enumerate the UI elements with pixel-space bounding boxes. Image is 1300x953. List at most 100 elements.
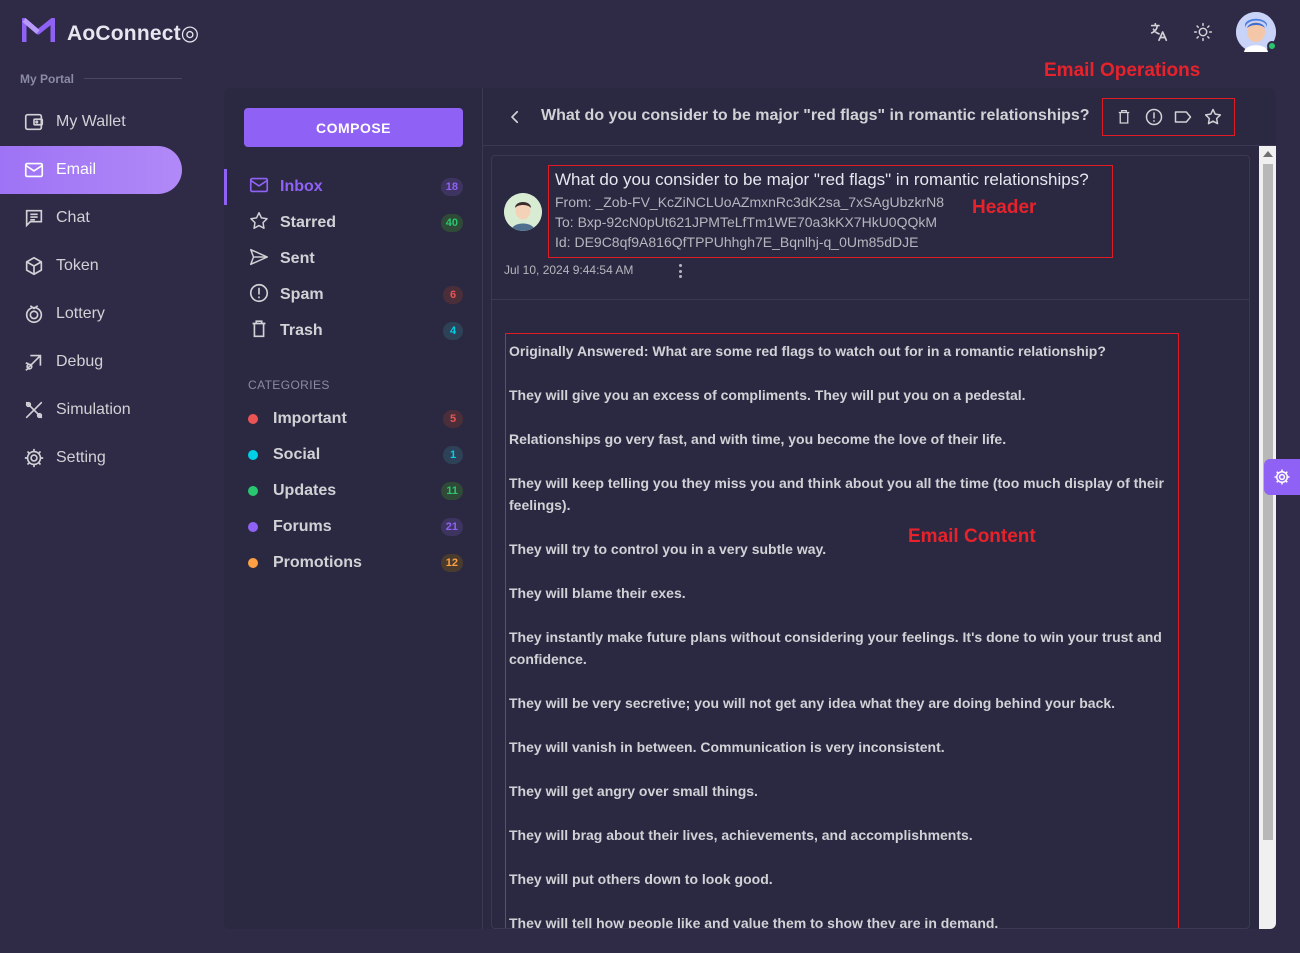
delete-icon[interactable] [1113,106,1135,128]
email-paragraph: They will be very secretive; you will no… [509,695,1116,711]
category-dot [248,522,258,532]
report-spam-icon[interactable] [1143,106,1165,128]
brand-name: AoConnect◎ [67,22,200,45]
back-chevron-icon[interactable] [503,105,527,129]
count-badge: 5 [443,410,463,428]
folder-label: Starred [280,214,337,231]
sidebar-item-label: Email [56,161,97,178]
email-paragraph: They will get angry over small things. [509,783,758,799]
send-icon [248,246,270,273]
section-divider [84,78,182,79]
trash-icon [248,318,270,345]
category-label: Important [273,410,347,427]
email-paragraph: Originally Answered: What are some red f… [509,343,1106,359]
wallet-icon [22,110,46,134]
category-label: Forums [273,518,332,535]
category-dot [248,414,258,424]
top-bar: AoConnect◎ [0,0,1300,64]
category-dot [248,558,258,568]
email-paragraph: They will give you an excess of complime… [509,387,1026,403]
folder-spam[interactable]: Spam 6 [224,277,483,313]
compose-button[interactable]: COMPOSE [244,108,463,147]
sidebar-item-label: Chat [56,209,90,226]
email-paragraph: They will vanish in between. Communicati… [509,739,945,755]
category-updates[interactable]: Updates 11 [224,473,483,509]
folder-starred[interactable]: Starred 40 [224,205,483,241]
email-header-subject: What do you consider to be major "red fl… [555,170,1089,189]
email-date: Jul 10, 2024 9:44:54 AM [504,263,634,277]
sidebar-item-label: Debug [56,353,104,370]
email-detail-header: What do you consider to be major "red fl… [483,88,1276,146]
email-subject-title: What do you consider to be major "red fl… [541,107,1090,124]
mail-icon [22,158,46,182]
tools-icon [22,398,46,422]
annotation-header: Header [972,197,1037,218]
sidebar-item-token[interactable]: Token [0,242,200,290]
email-detail: What do you consider to be major "red fl… [483,88,1276,929]
main-sidebar: My Portal My Wallet Email Chat Token Lot… [0,64,200,953]
sidebar-item-label: Simulation [56,401,131,418]
count-badge: 18 [440,178,463,196]
category-label: Promotions [273,554,362,571]
email-id: Id: DE9C8qf9A816QfTPPUhhgh7E_Bqnlhj-q_0U… [555,234,919,250]
sidebar-item-debug[interactable]: Debug [0,338,200,386]
sidebar-item-my-wallet[interactable]: My Wallet [0,98,200,146]
email-paragraph: They will keep telling you they miss you… [509,475,1164,513]
category-dot [248,450,258,460]
email-message: What do you consider to be major "red fl… [491,155,1250,929]
header-divider [492,299,1249,300]
mail-icon [248,174,270,201]
category-label: Social [273,446,321,463]
bug-icon [22,350,46,374]
sender-avatar [504,193,542,231]
folder-label: Spam [280,286,324,303]
category-dot [248,486,258,496]
alert-circle-icon [248,282,270,309]
brand[interactable]: AoConnect◎ [21,17,200,49]
customizer-gear-icon[interactable] [1264,459,1300,495]
folder-inbox[interactable]: Inbox 18 [224,169,483,205]
online-status-dot [1267,41,1277,51]
sidebar-item-label: Lottery [56,305,105,322]
sidebar-section-title: My Portal [20,72,75,86]
sidebar-item-email[interactable]: Email [0,146,182,194]
sidebar-item-chat[interactable]: Chat [0,194,200,242]
sidebar-item-setting[interactable]: Setting [0,434,200,482]
sidebar-item-simulation[interactable]: Simulation [0,386,200,434]
count-badge: 21 [440,518,463,536]
chat-icon [22,206,46,230]
folder-label: Sent [280,250,315,267]
category-forums[interactable]: Forums 21 [224,509,483,545]
count-badge: 6 [443,286,463,304]
category-important[interactable]: Important 5 [224,401,483,437]
email-content: Originally Answered: What are some red f… [505,333,1179,928]
sidebar-item-lottery[interactable]: Lottery [0,290,200,338]
category-social[interactable]: Social 1 [224,437,483,473]
theme-toggle-sun-icon[interactable] [1192,21,1214,43]
star-icon[interactable] [1202,106,1224,128]
user-avatar[interactable] [1236,12,1277,52]
more-options-icon[interactable] [675,262,685,280]
gear-icon [22,446,46,470]
email-paragraph: They will try to control you in a very s… [509,541,827,557]
scroll-up-arrow-icon[interactable] [1263,151,1273,157]
scrollbar[interactable] [1259,146,1276,929]
count-badge: 12 [440,554,463,572]
label-tag-icon[interactable] [1172,106,1194,128]
email-operations [1102,98,1235,136]
sidebar-item-label: Setting [56,449,106,466]
annotation-email-content: Email Content [908,526,1036,547]
folder-trash[interactable]: Trash 4 [224,313,483,349]
count-badge: 4 [443,322,463,340]
annotation-email-operations: Email Operations [1044,60,1201,81]
email-paragraph: They will brag about their lives, achiev… [509,827,973,843]
folder-sent[interactable]: Sent [224,241,483,277]
category-promotions[interactable]: Promotions 12 [224,545,483,581]
translate-icon[interactable] [1148,21,1170,43]
lottery-icon [22,302,46,326]
email-app-card: COMPOSE Inbox 18 Starred 40 Sent Spam 6 [224,88,1276,929]
email-paragraph: They will blame their exes. [509,585,686,601]
scrollbar-thumb[interactable] [1263,164,1273,840]
email-header-box: What do you consider to be major "red fl… [548,165,1113,258]
email-paragraph: They will put others down to look good. [509,871,773,887]
